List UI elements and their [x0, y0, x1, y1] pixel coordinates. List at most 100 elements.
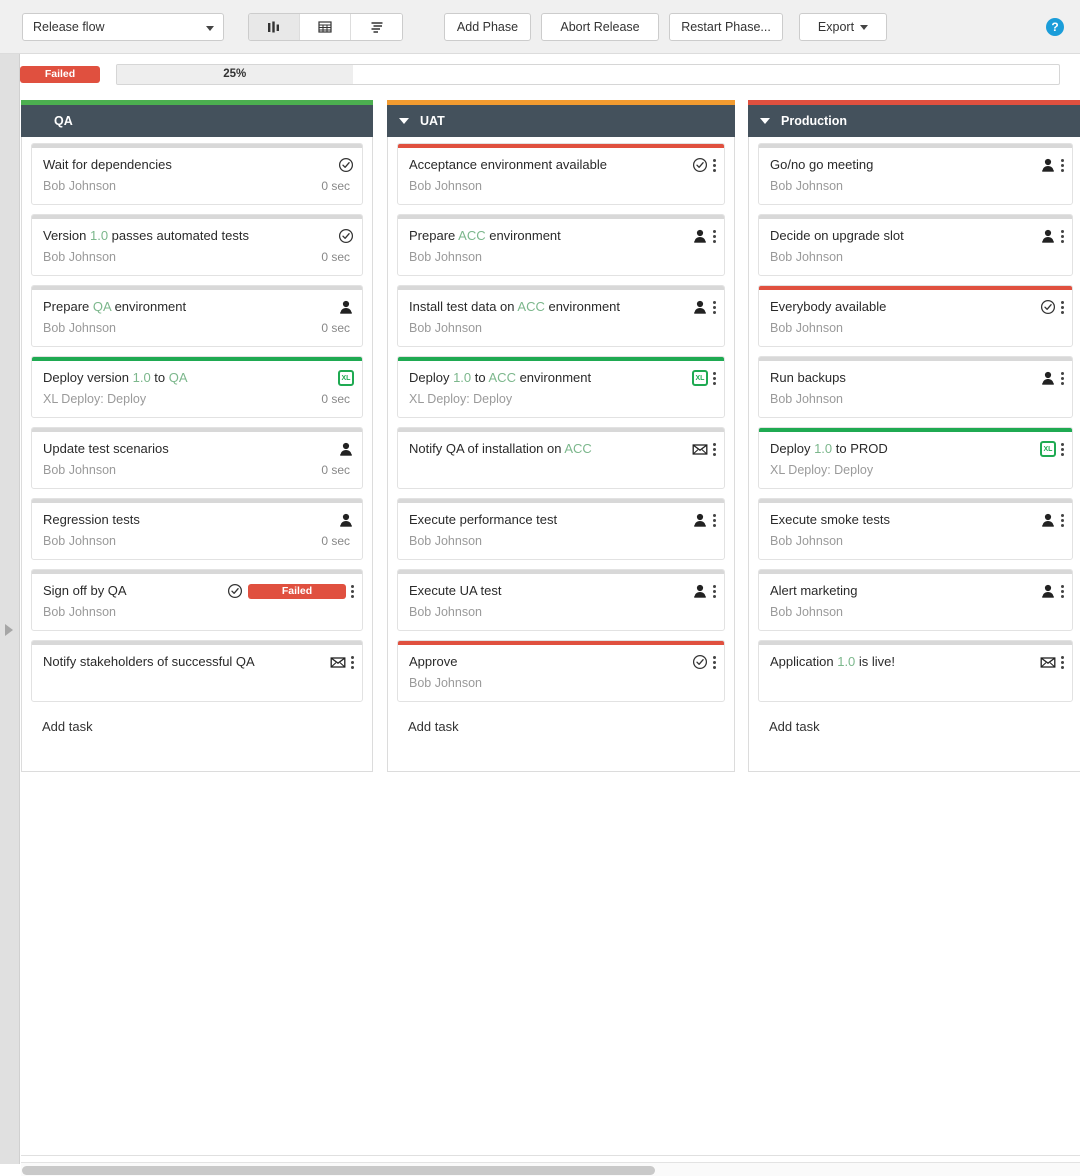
task-card[interactable]: Prepare QA environment Bob Johnson 0 sec [31, 285, 363, 347]
phase-header[interactable]: Production [748, 105, 1080, 137]
person-icon[interactable] [692, 512, 708, 528]
task-menu-kebab-icon[interactable] [1061, 584, 1064, 599]
task-title-text: Execute UA test [409, 583, 502, 598]
task-card[interactable]: Install test data on ACC environment Bob … [397, 285, 725, 347]
task-title: Acceptance environment available [409, 156, 684, 174]
add-phase-button[interactable]: Add Phase [444, 13, 531, 41]
add-task-button[interactable]: Add task [31, 711, 363, 734]
view-list-button[interactable] [351, 14, 402, 40]
phase-collapse-caret-icon[interactable] [760, 118, 770, 124]
task-card-spacer [32, 671, 362, 701]
task-card[interactable]: Acceptance environment available Bob John… [397, 143, 725, 205]
toolbar: Release flow Add Phase Abort Release Res… [0, 0, 1080, 54]
task-card[interactable]: Wait for dependencies Bob Johnson 0 sec [31, 143, 363, 205]
view-kanban-button[interactable] [249, 14, 300, 40]
check-circle-icon[interactable] [338, 157, 354, 173]
task-card[interactable]: Go/no go meeting Bob Johnson [758, 143, 1073, 205]
person-icon[interactable] [692, 228, 708, 244]
task-owner: Bob Johnson [770, 392, 843, 406]
person-icon[interactable] [1040, 512, 1056, 528]
task-menu-kebab-icon[interactable] [1061, 229, 1064, 244]
task-menu-kebab-icon[interactable] [351, 584, 354, 599]
task-card[interactable]: Update test scenarios Bob Johnson 0 sec [31, 427, 363, 489]
task-menu-kebab-icon[interactable] [1061, 655, 1064, 670]
task-card[interactable]: Version 1.0 passes automated tests Bob Jo… [31, 214, 363, 276]
chevron-down-icon [860, 25, 869, 31]
task-title: Run backups [770, 369, 1032, 387]
person-icon[interactable] [692, 299, 708, 315]
mail-icon[interactable] [1040, 654, 1056, 670]
phase-header[interactable]: QA [21, 105, 373, 137]
task-menu-kebab-icon[interactable] [1061, 371, 1064, 386]
abort-release-button[interactable]: Abort Release [541, 13, 659, 41]
horizontal-scrollbar-thumb[interactable] [22, 1166, 655, 1175]
person-icon[interactable] [338, 441, 354, 457]
task-card[interactable]: Execute performance test Bob Johnson [397, 498, 725, 560]
person-icon[interactable] [1040, 157, 1056, 173]
task-menu-kebab-icon[interactable] [713, 513, 716, 528]
task-menu-kebab-icon[interactable] [713, 300, 716, 315]
task-menu-kebab-icon[interactable] [713, 442, 716, 457]
check-circle-icon[interactable] [692, 157, 708, 173]
xl-deploy-icon[interactable]: XL [692, 370, 708, 386]
task-menu-kebab-icon[interactable] [1061, 442, 1064, 457]
task-title: Approve [409, 653, 684, 671]
person-icon[interactable] [338, 512, 354, 528]
person-icon[interactable] [1040, 370, 1056, 386]
task-menu-kebab-icon[interactable] [351, 655, 354, 670]
task-card[interactable]: Deploy 1.0 to PROD XL XL Deploy: Deploy [758, 427, 1073, 489]
task-menu-kebab-icon[interactable] [713, 158, 716, 173]
task-icons [692, 654, 716, 670]
check-circle-icon[interactable] [338, 228, 354, 244]
person-icon[interactable] [338, 299, 354, 315]
person-icon[interactable] [1040, 228, 1056, 244]
add-task-button[interactable]: Add task [397, 711, 725, 734]
task-card[interactable]: Prepare ACC environment Bob Johnson [397, 214, 725, 276]
task-card[interactable]: Sign off by QA Failed Bob Johnson [31, 569, 363, 631]
mail-icon[interactable] [330, 654, 346, 670]
task-menu-kebab-icon[interactable] [713, 371, 716, 386]
task-card[interactable]: Deploy version 1.0 to QA XL XL Deploy: Dep… [31, 356, 363, 418]
help-icon[interactable]: ? [1046, 18, 1064, 36]
person-icon[interactable] [692, 583, 708, 599]
task-menu-kebab-icon[interactable] [1061, 158, 1064, 173]
task-card[interactable]: Application 1.0 is live! [758, 640, 1073, 702]
task-menu-kebab-icon[interactable] [1061, 513, 1064, 528]
task-card[interactable]: Run backups Bob Johnson [758, 356, 1073, 418]
task-menu-kebab-icon[interactable] [1061, 300, 1064, 315]
restart-phase-button[interactable]: Restart Phase... [669, 13, 783, 41]
task-card[interactable]: Deploy 1.0 to ACC environment XL XL Deploy… [397, 356, 725, 418]
phase-collapse-caret-icon[interactable] [399, 118, 409, 124]
task-duration: 0 sec [321, 534, 350, 548]
task-card[interactable]: Notify stakeholders of successful QA [31, 640, 363, 702]
task-menu-kebab-icon[interactable] [713, 229, 716, 244]
task-menu-kebab-icon[interactable] [713, 655, 716, 670]
xl-deploy-icon[interactable]: XL [1040, 441, 1056, 457]
task-card[interactable]: Notify QA of installation on ACC [397, 427, 725, 489]
task-card[interactable]: Regression tests Bob Johnson 0 sec [31, 498, 363, 560]
expand-side-panel-arrow-icon[interactable] [5, 624, 13, 636]
task-menu-kebab-icon[interactable] [713, 584, 716, 599]
mail-icon[interactable] [692, 441, 708, 457]
phase-header[interactable]: UAT [387, 105, 735, 137]
task-card[interactable]: Approve Bob Johnson [397, 640, 725, 702]
release-flow-dropdown[interactable]: Release flow [22, 13, 224, 41]
view-table-button[interactable] [300, 14, 351, 40]
task-title-text: passes automated tests [108, 228, 249, 243]
export-button[interactable]: Export [799, 13, 887, 41]
horizontal-scrollbar[interactable] [21, 1162, 1080, 1176]
task-title-variable: 1.0 [132, 370, 151, 385]
task-card[interactable]: Decide on upgrade slot Bob Johnson [758, 214, 1073, 276]
task-card[interactable]: Execute UA test Bob Johnson [397, 569, 725, 631]
check-circle-icon[interactable] [1040, 299, 1056, 315]
task-card[interactable]: Everybody available Bob Johnson [758, 285, 1073, 347]
check-circle-icon[interactable] [227, 583, 243, 599]
task-icons [692, 157, 716, 173]
person-icon[interactable] [1040, 583, 1056, 599]
check-circle-icon[interactable] [692, 654, 708, 670]
xl-deploy-icon[interactable]: XL [338, 370, 354, 386]
task-card[interactable]: Alert marketing Bob Johnson [758, 569, 1073, 631]
task-title-text: Everybody available [770, 299, 887, 314]
task-card[interactable]: Execute smoke tests Bob Johnson [758, 498, 1073, 560]
add-task-button[interactable]: Add task [758, 711, 1073, 734]
